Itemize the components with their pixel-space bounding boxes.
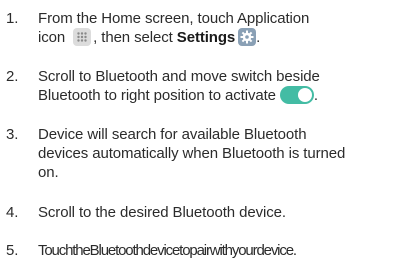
step-text-fragment: icon [38, 29, 66, 46]
step-text: From the Home screen, touch Application … [38, 9, 394, 47]
step-text: Scroll to the desired Bluetooth device. [38, 203, 394, 222]
settings-gear-icon [238, 28, 257, 46]
toggle-knob [297, 88, 312, 102]
step-number: 4. [6, 204, 19, 221]
step-text: Device will search for available Bluetoo… [38, 125, 394, 182]
step-text-fragment: . [313, 87, 318, 104]
step-text-fragment: . [256, 29, 261, 46]
step-line: Device will search for available Bluetoo… [38, 126, 307, 143]
step-text: TouchtheBluetoothdevicetopairwithyourdev… [38, 241, 394, 260]
step-number: 3. [6, 126, 19, 143]
step-text-fragment: Bluetooth to right position to activate [38, 87, 276, 104]
step-line: devices automatically when Bluetooth is … [38, 145, 346, 162]
step-number: 1. [6, 10, 19, 27]
step-number: 5. [6, 242, 19, 259]
settings-label: Settings [176, 29, 236, 46]
apps-grid-icon [73, 28, 92, 46]
step-line: on. [38, 164, 59, 181]
step-text-fragment: , then select [93, 29, 173, 46]
toggle-switch-icon [279, 86, 314, 104]
step-text: Scroll to Bluetooth and move switch besi… [38, 67, 394, 105]
step-line: Bluetooth to right position to activate. [38, 86, 394, 105]
step-line: Scroll to the desired Bluetooth device. [38, 204, 286, 221]
step-number: 2. [6, 68, 19, 85]
step-line: TouchtheBluetoothdevicetopairwithyourdev… [38, 242, 297, 259]
step-line: From the Home screen, touch Application [38, 10, 310, 27]
step-line: Scroll to Bluetooth and move switch besi… [38, 68, 320, 85]
step-line: icon , then select Settings. [38, 28, 394, 47]
